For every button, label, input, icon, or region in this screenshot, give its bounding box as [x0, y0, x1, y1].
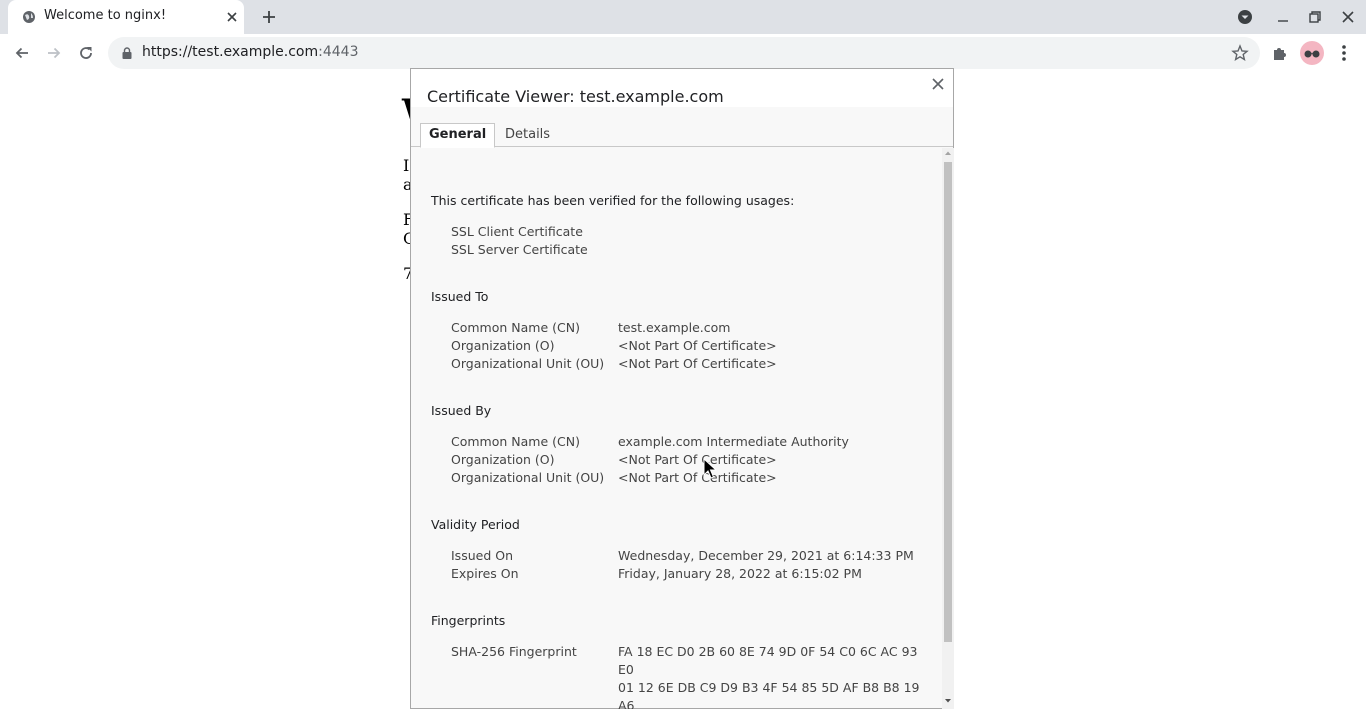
field-label: Common Name (CN) — [451, 320, 580, 335]
reload-icon[interactable] — [77, 44, 95, 62]
address-bar[interactable]: https://test.example.com:4443 — [108, 37, 1260, 69]
field-value: example.com Intermediate Authority — [618, 434, 849, 449]
validity-heading: Validity Period — [431, 517, 520, 532]
field-label: Organizational Unit (OU) — [451, 470, 605, 485]
mouse-cursor-icon — [703, 458, 717, 479]
restore-icon[interactable] — [1307, 9, 1323, 25]
extensions-icon[interactable] — [1271, 44, 1289, 62]
scroll-up-arrow-icon[interactable] — [944, 150, 952, 156]
general-tab-content: This certificate has been verified for t… — [411, 147, 941, 709]
tab-title: Welcome to nginx! — [44, 8, 167, 23]
menu-icon[interactable] — [1336, 43, 1352, 63]
field-value: <Not Part Of Certificate> — [618, 356, 777, 371]
forward-icon[interactable] — [45, 44, 63, 62]
scrollbar-thumb[interactable] — [944, 162, 952, 642]
page-text-fragment: I — [403, 156, 410, 175]
field-value: Wednesday, December 29, 2021 at 6:14:33 … — [618, 548, 914, 563]
window-close-icon[interactable] — [1340, 9, 1356, 25]
url-host: https://test.example.com — [142, 44, 319, 60]
field-value: <Not Part Of Certificate> — [618, 338, 777, 353]
field-value: <Not Part Of Certificate> — [618, 470, 777, 485]
field-label: SHA-256 Fingerprint — [451, 644, 577, 659]
fingerprints-heading: Fingerprints — [431, 613, 506, 628]
glasses-icon — [1304, 50, 1320, 58]
field-value: Friday, January 28, 2022 at 6:15:02 PM — [618, 566, 862, 581]
field-label: Organization (O) — [451, 338, 555, 353]
tab-strip: Welcome to nginx! — [0, 0, 1366, 34]
issued-to-heading: Issued To — [431, 289, 489, 304]
issued-by-heading: Issued By — [431, 403, 492, 418]
tab-general[interactable]: General — [420, 123, 496, 148]
fingerprint-line: E0 — [618, 662, 634, 677]
close-icon[interactable] — [931, 77, 945, 91]
url-text[interactable]: https://test.example.com:4443 — [142, 44, 359, 60]
tab-details[interactable]: Details — [497, 124, 558, 146]
certificate-viewer-dialog: Certificate Viewer: test.example.com Gen… — [410, 68, 954, 709]
plus-icon[interactable] — [261, 9, 277, 25]
field-label: Issued On — [451, 548, 513, 563]
field-label: Common Name (CN) — [451, 434, 580, 449]
fingerprint-line: 01 12 6E DB C9 D9 B3 4F 54 85 5D AF B8 B… — [618, 680, 920, 695]
star-icon[interactable] — [1231, 44, 1249, 62]
dialog-tabs: General Details — [411, 108, 953, 148]
minimize-icon[interactable] — [1275, 9, 1291, 25]
dialog-titlebar: Certificate Viewer: test.example.com — [411, 69, 953, 107]
usage-item: SSL Client Certificate — [451, 224, 583, 239]
field-value: test.example.com — [618, 320, 731, 335]
scroll-down-arrow-icon[interactable] — [944, 698, 952, 704]
fingerprint-line: FA 18 EC D0 2B 60 8E 74 9D 0F 54 C0 6C A… — [618, 644, 918, 659]
field-label: Expires On — [451, 566, 519, 581]
dialog-scrollbar[interactable] — [942, 148, 954, 709]
lock-icon[interactable] — [122, 47, 132, 59]
back-icon[interactable] — [13, 44, 31, 62]
profile-avatar[interactable] — [1300, 41, 1324, 65]
fingerprint-line: A6 — [618, 698, 635, 709]
browser-tab[interactable]: Welcome to nginx! — [8, 0, 244, 34]
url-port: :4443 — [318, 44, 359, 60]
field-value: <Not Part Of Certificate> — [618, 452, 777, 467]
toolbar: https://test.example.com:4443 — [0, 34, 1366, 72]
usage-item: SSL Server Certificate — [451, 242, 588, 257]
field-label: Organization (O) — [451, 452, 555, 467]
globe-icon — [23, 11, 35, 23]
close-icon[interactable] — [224, 9, 240, 25]
dropdown-icon[interactable] — [1237, 9, 1253, 25]
usages-intro: This certificate has been verified for t… — [431, 193, 795, 208]
dialog-title: Certificate Viewer: test.example.com — [427, 87, 724, 106]
field-label: Organizational Unit (OU) — [451, 356, 605, 371]
